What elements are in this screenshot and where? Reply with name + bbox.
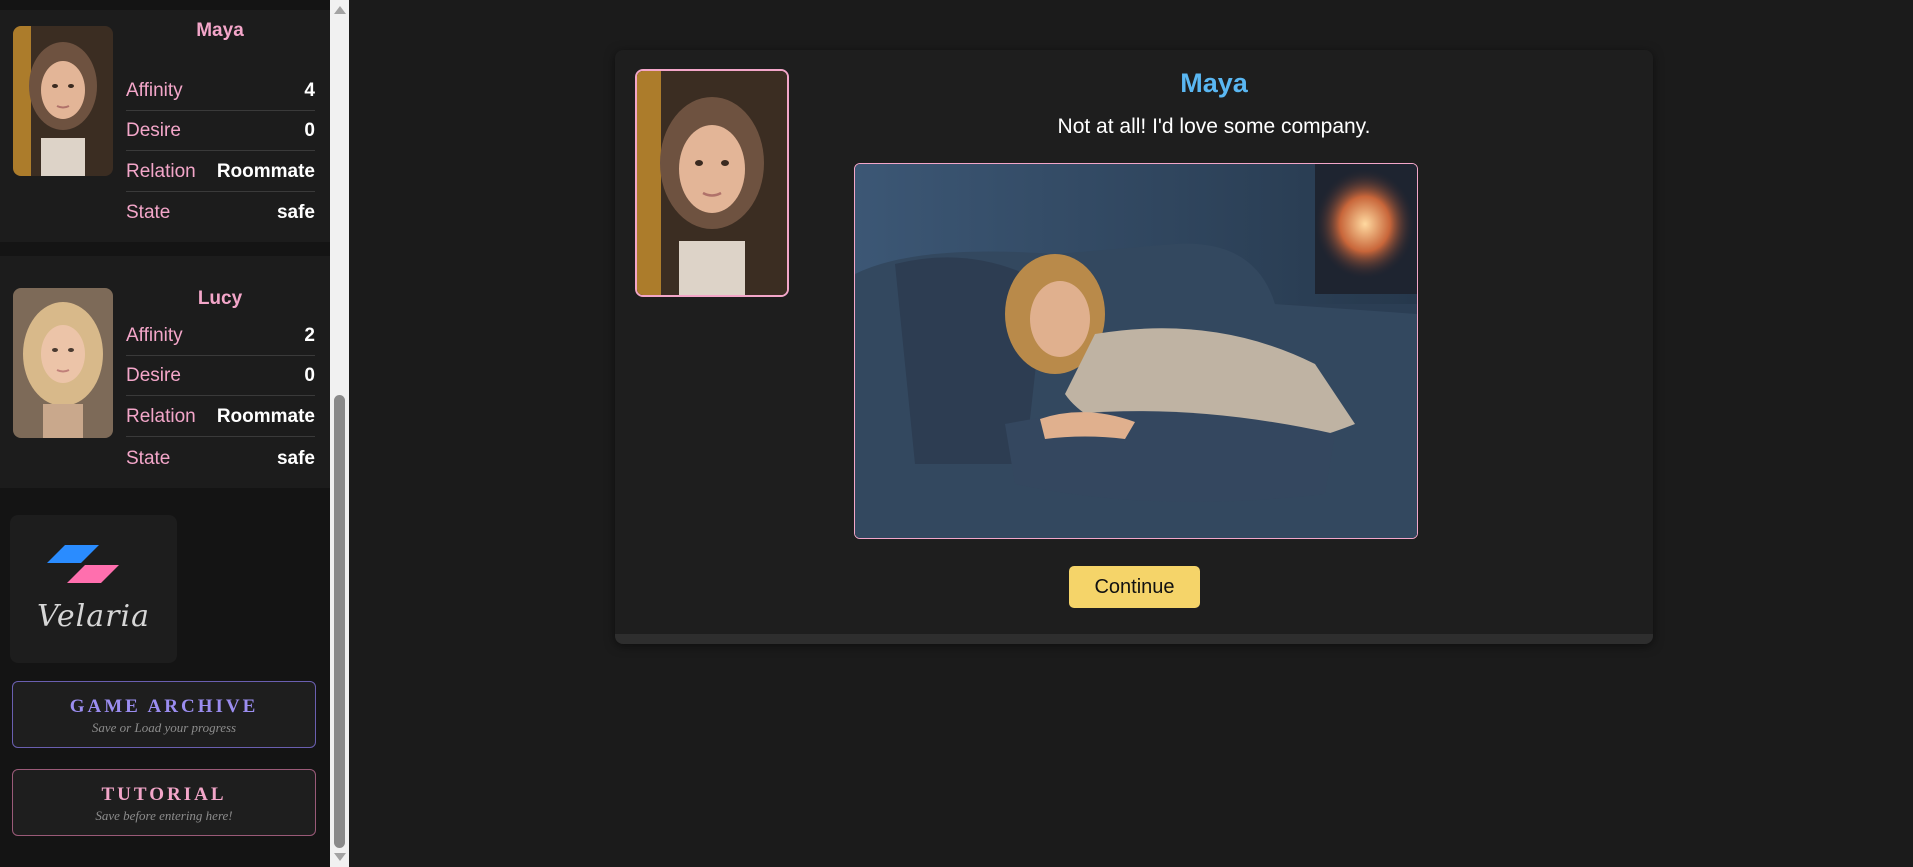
stat-label: Affinity <box>126 325 183 346</box>
character-card-maya: Maya Affinity 4 Desire 0 Relation Roomma… <box>0 10 330 242</box>
stat-label: Desire <box>126 365 181 386</box>
stat-value: 2 <box>304 325 315 346</box>
scroll-down-arrow-icon[interactable] <box>334 853 346 861</box>
stat-row-desire: Desire 0 <box>126 357 315 396</box>
stat-value: 0 <box>304 365 315 386</box>
continue-button[interactable]: Continue <box>1069 566 1200 608</box>
stat-label: Desire <box>126 120 181 141</box>
velaria-logo: Velaria <box>10 515 177 663</box>
dialogue-text: Not at all! I'd love some company. <box>1057 115 1371 138</box>
game-archive-title: GAME ARCHIVE <box>69 696 259 717</box>
character-name: Maya <box>196 20 244 41</box>
stat-value: Roommate <box>216 161 315 182</box>
maya-portrait <box>13 26 113 176</box>
stat-row-desire: Desire 0 <box>126 112 315 151</box>
game-archive-subtitle: Save or Load your progress <box>91 720 237 735</box>
stat-label: Relation <box>126 161 196 182</box>
tutorial-title: TUTORIAL <box>101 784 227 805</box>
stat-value: Roommate <box>216 406 315 427</box>
speaker-portrait <box>635 69 789 297</box>
tutorial-button[interactable]: TUTORIAL Save before entering here! <box>12 769 316 836</box>
character-sidebar: Maya Affinity 4 Desire 0 Relation Roomma… <box>0 0 330 867</box>
stat-row-state: State safe <box>126 194 315 232</box>
stat-label: Relation <box>126 406 196 427</box>
stat-row-relation: Relation Roommate <box>126 398 315 437</box>
stat-label: State <box>126 448 171 469</box>
logo-mark-icon <box>47 545 119 583</box>
scene-illustration <box>854 163 1418 539</box>
lucy-portrait <box>13 288 113 438</box>
stat-value: 0 <box>304 120 315 141</box>
stat-label: Affinity <box>126 80 183 101</box>
tutorial-subtitle: Save before entering here! <box>95 808 233 823</box>
stat-label: State <box>126 202 171 223</box>
sidebar-scrollbar[interactable] <box>330 0 349 867</box>
character-name: Lucy <box>197 288 243 309</box>
scroll-up-arrow-icon[interactable] <box>334 6 346 14</box>
stat-value: safe <box>276 448 315 469</box>
stat-row-relation: Relation Roommate <box>126 153 315 192</box>
stat-row-affinity: Affinity 2 <box>126 317 315 356</box>
stat-row-state: State safe <box>126 440 315 478</box>
stat-value: 4 <box>304 80 315 101</box>
speaker-name: Maya <box>1180 68 1248 98</box>
stat-value: safe <box>276 202 315 223</box>
character-card-lucy: Lucy Affinity 2 Desire 0 Relation Roomma… <box>0 256 330 488</box>
stat-row-affinity: Affinity 4 <box>126 72 315 111</box>
scrollbar-thumb[interactable] <box>334 395 345 848</box>
game-archive-button[interactable]: GAME ARCHIVE Save or Load your progress <box>12 681 316 748</box>
logo-text: Velaria <box>37 599 150 634</box>
dialogue-panel: Maya Not at all! I'd love some company. <box>615 50 1653 644</box>
